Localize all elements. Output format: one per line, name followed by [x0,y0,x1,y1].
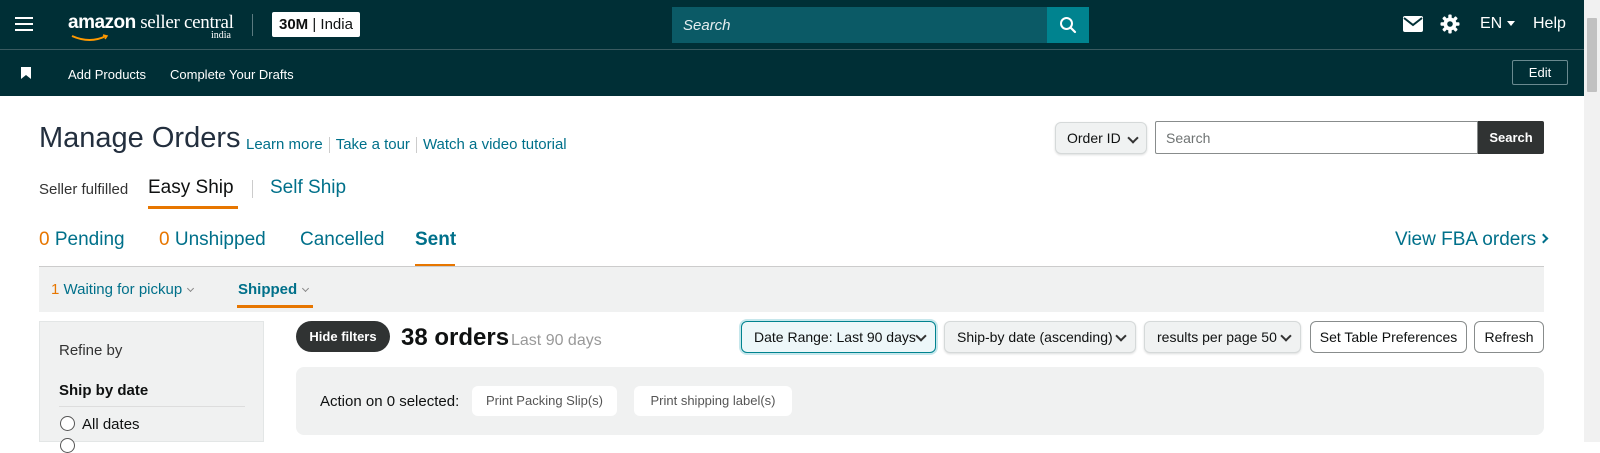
subtab-waiting-for-pickup[interactable]: 1 Waiting for pickup [51,281,195,298]
take-tour-link[interactable]: Take a tour [336,136,410,153]
orders-count: 38 orders [401,324,510,351]
results-per-page-select[interactable]: results per page 50 [1144,321,1301,353]
fulfillment-label: Seller fulfilled [39,181,129,198]
mail-icon[interactable] [1403,16,1423,32]
header-divider [252,14,253,36]
global-search-input[interactable] [672,7,1047,43]
nav-add-products[interactable]: Add Products [68,67,146,82]
orders-range: Last 90 days [511,332,602,349]
subtab-shipped[interactable]: Shipped [238,281,310,298]
scrollbar-thumb[interactable] [1587,18,1597,92]
active-tab-indicator [148,206,238,209]
edit-bookmarks-button[interactable]: Edit [1512,60,1568,85]
action-selected-label: Action on 0 selected: [320,393,460,410]
tab-separator [252,180,253,198]
radio-next-option[interactable] [60,438,75,453]
chevron-down-icon [1115,330,1127,342]
nav-complete-drafts[interactable]: Complete Your Drafts [170,67,294,82]
tab-pending[interactable]: 0 Pending [39,229,125,251]
chevron-down-icon [1127,132,1139,144]
learn-more-link[interactable]: Learn more [246,136,323,153]
link-separator [415,137,417,154]
link-separator [328,137,330,154]
tab-unshipped[interactable]: 0 Unshipped [159,229,266,251]
bookmarks-bar: Add Products Complete Your Drafts Edit [0,50,1584,96]
tab-cancelled[interactable]: Cancelled [300,229,385,251]
chevron-down-icon [915,330,927,342]
refresh-button[interactable]: Refresh [1474,321,1544,353]
chevron-down-icon [302,284,310,292]
caret-down-icon [1507,21,1516,27]
view-fba-orders-link[interactable]: View FBA orders [1395,229,1549,251]
search-icon [1060,17,1077,34]
bookmark-icon[interactable] [21,67,31,79]
divider [59,406,245,407]
gear-icon[interactable] [1440,14,1460,34]
print-shipping-label-button[interactable]: Print shipping label(s) [634,386,792,416]
print-packing-slip-button[interactable]: Print Packing Slip(s) [472,386,617,416]
chevron-down-icon [187,284,195,292]
language-selector[interactable]: EN [1480,15,1516,33]
radio-label-all-dates: All dates [82,416,140,433]
tab-self-ship[interactable]: Self Ship [270,177,346,199]
chevron-right-icon [1538,233,1549,244]
seller-central-logo[interactable]: amazon seller central india [68,12,234,41]
menu-icon[interactable] [15,17,33,31]
order-search-button[interactable]: Search [1478,121,1544,154]
video-tutorial-link[interactable]: Watch a video tutorial [423,136,567,153]
order-search-input[interactable] [1155,121,1478,154]
hide-filters-button[interactable]: Hide filters [296,321,390,352]
chevron-down-icon [1280,330,1292,342]
sort-select[interactable]: Ship-by date (ascending) [944,321,1136,353]
search-field-select[interactable]: Order ID [1055,122,1147,154]
amazon-smile-icon [71,34,109,41]
top-header: amazon seller central india 30M | India [0,0,1584,50]
refine-title: Refine by [59,342,123,359]
date-range-select[interactable]: Date Range: Last 90 days [741,321,936,353]
radio-all-dates[interactable] [60,416,75,431]
global-search-button[interactable] [1047,7,1089,43]
page-title: Manage Orders [39,122,241,154]
help-link[interactable]: Help [1533,15,1566,33]
help-links: Learn more Take a tour Watch a video tutor… [246,136,567,154]
store-switcher[interactable]: 30M | India [272,12,360,37]
set-table-preferences-button[interactable]: Set Table Preferences [1310,321,1467,353]
tab-sent[interactable]: Sent [415,229,456,251]
tab-easy-ship[interactable]: Easy Ship [148,177,234,199]
active-subtab-indicator [237,305,313,308]
ship-by-date-heading: Ship by date [59,382,149,399]
